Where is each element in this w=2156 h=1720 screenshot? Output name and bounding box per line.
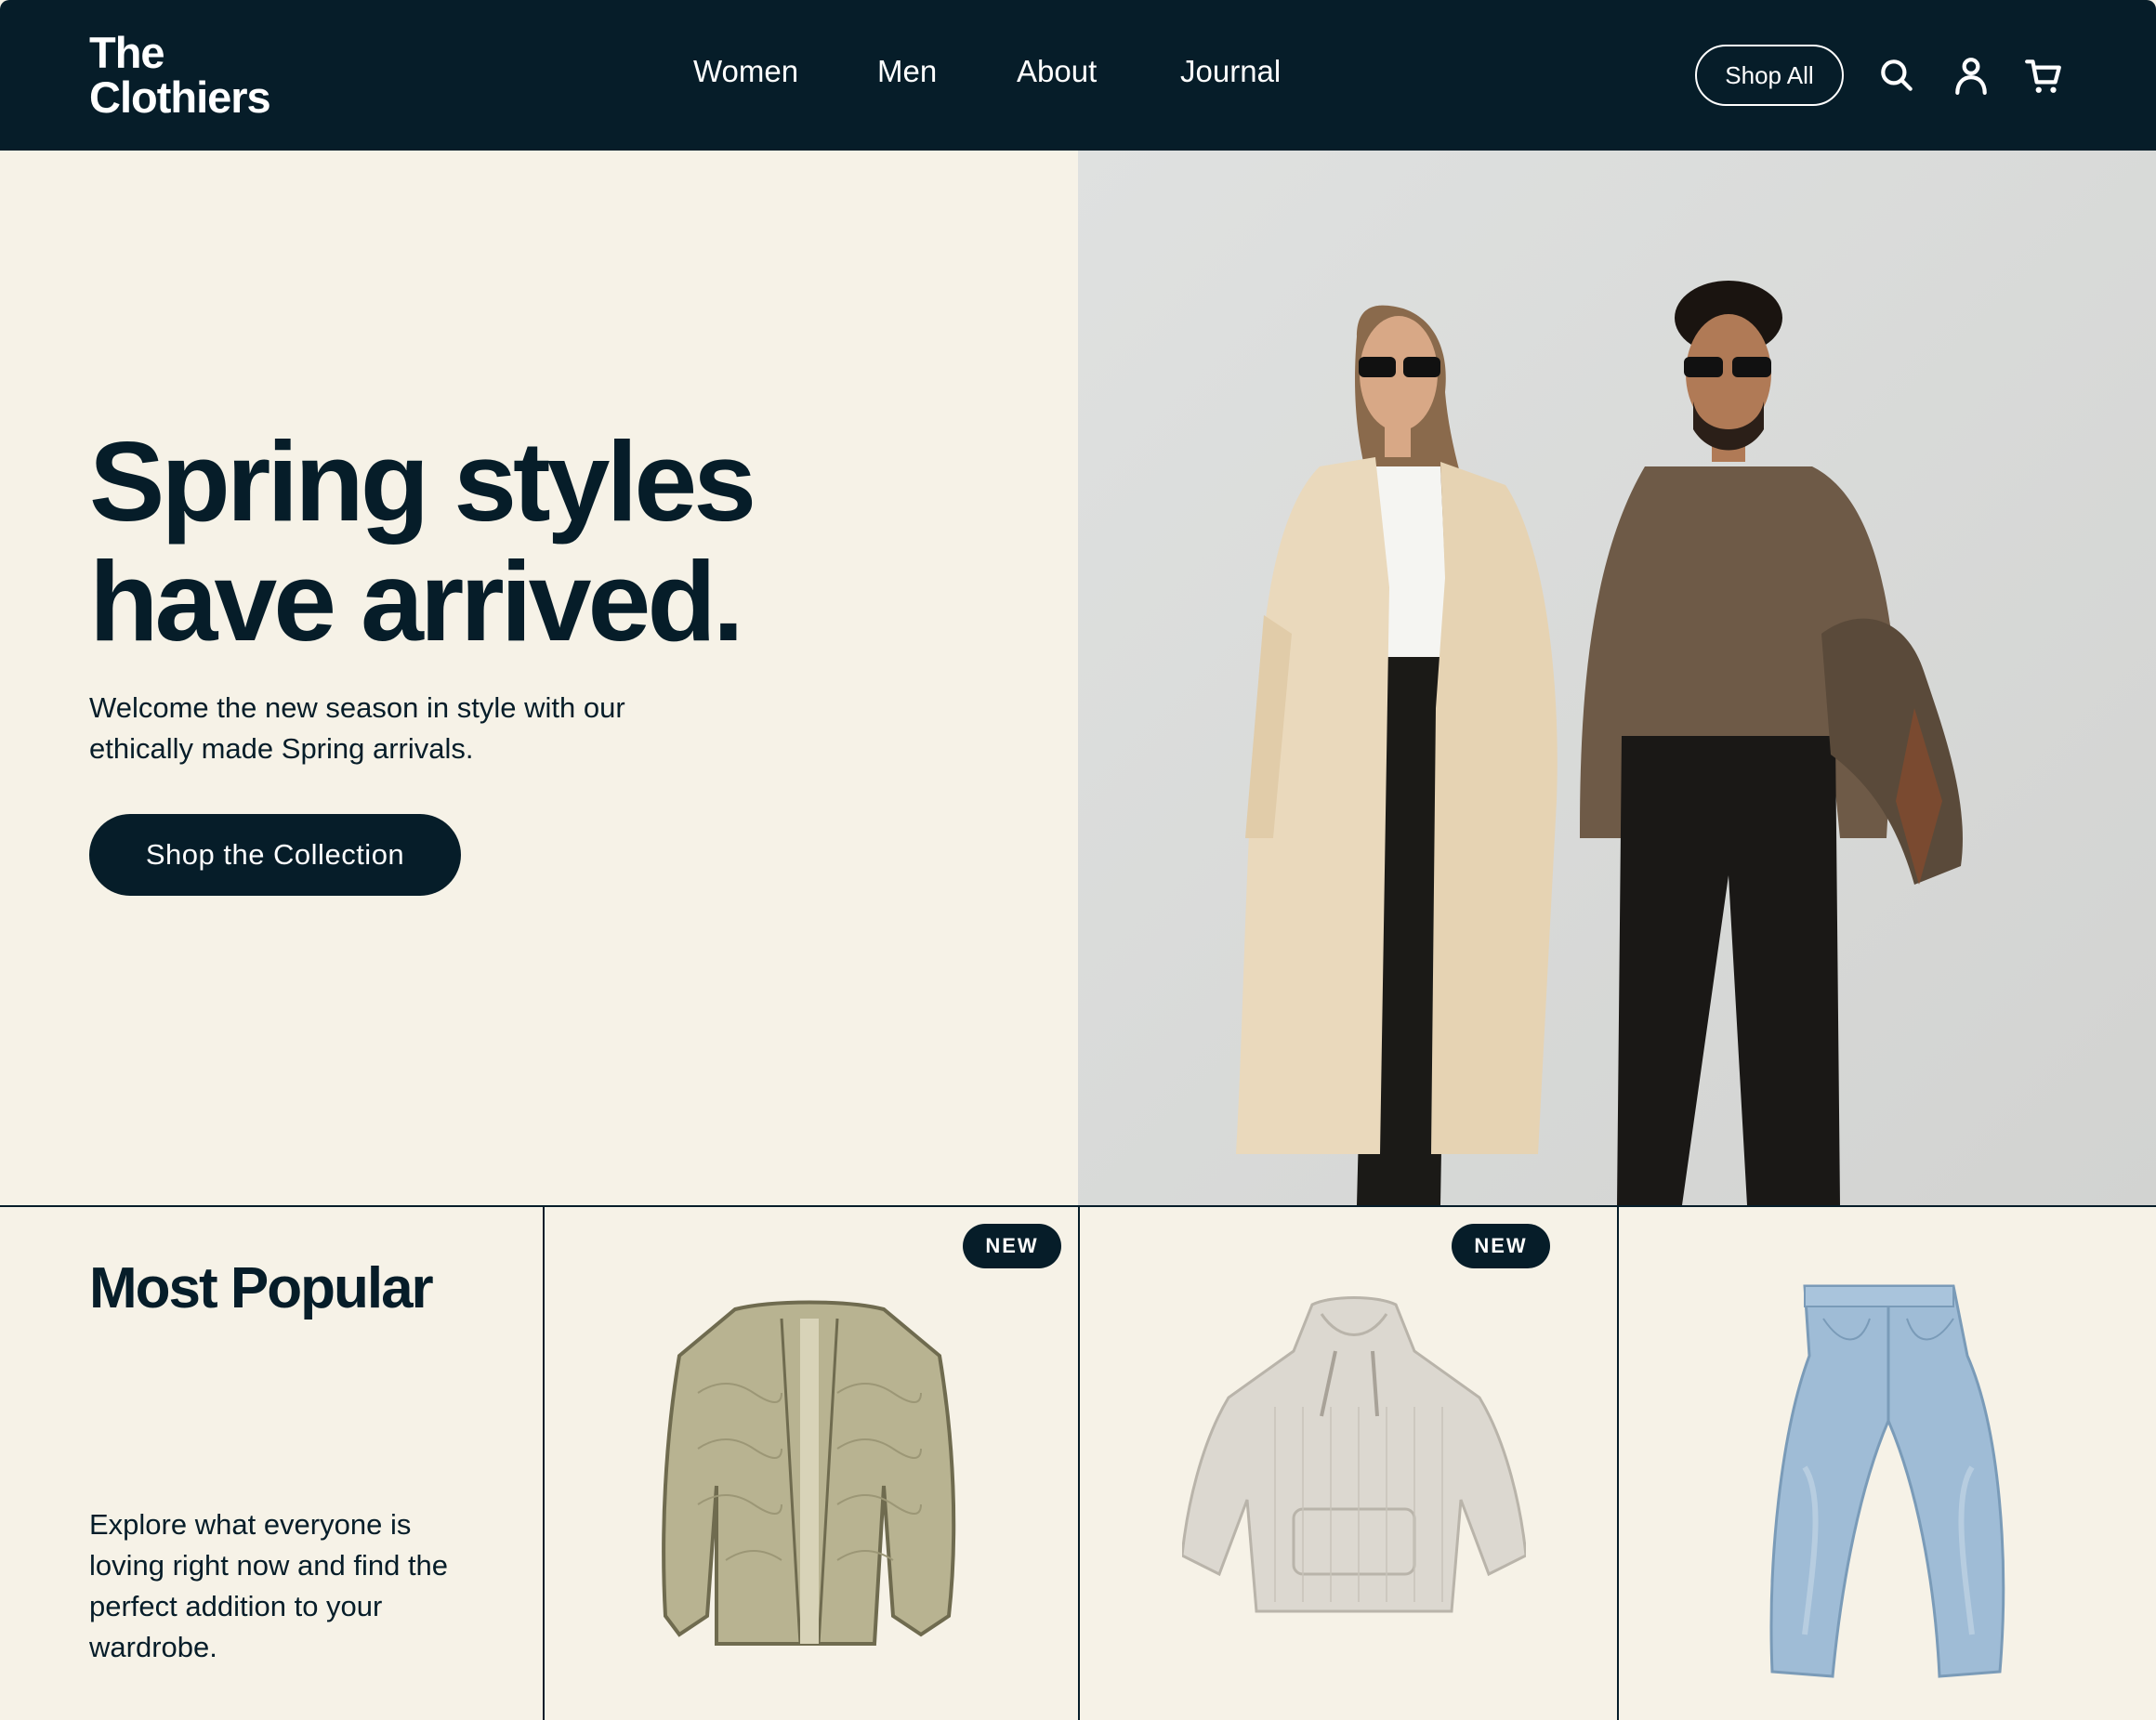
most-popular-section: Most Popular Explore what everyone is lo… — [0, 1205, 2156, 1720]
nav-men[interactable]: Men — [877, 54, 937, 89]
hero-subtitle-line-2: ethically made Spring arrivals. — [89, 732, 474, 765]
hero-image — [1078, 151, 2156, 1205]
hero-title-line-1: Spring styles — [89, 418, 756, 545]
popular-title: Most Popular — [89, 1256, 434, 1320]
hero-text-panel: Spring styles have arrived. Welcome the … — [0, 151, 1078, 1205]
quilted-jacket-image[interactable] — [661, 1300, 958, 1653]
popular-description: Explore what everyone is loving right no… — [89, 1508, 449, 1663]
shop-collection-button[interactable]: Shop the Collection — [89, 814, 461, 896]
popular-intro: Most Popular Explore what everyone is lo… — [0, 1207, 545, 1720]
nav-journal[interactable]: Journal — [1180, 54, 1281, 89]
search-icon[interactable] — [1877, 54, 1916, 97]
hero-subtitle-line-1: Welcome the new season in style with our — [89, 691, 625, 724]
new-badge: NEW — [1452, 1224, 1550, 1268]
product-card-hoodie[interactable]: NEW — [1080, 1207, 1619, 1720]
hero-subtitle: Welcome the new season in style with our… — [89, 688, 795, 769]
nav-women[interactable]: Women — [693, 54, 798, 89]
account-icon[interactable] — [1952, 54, 1991, 97]
product-card-jeans[interactable] — [1619, 1207, 2156, 1720]
hero-title: Spring styles have arrived. — [89, 422, 926, 662]
logo-line-2: Clothiers — [89, 72, 271, 122]
product-card-jacket[interactable]: NEW — [545, 1207, 1080, 1720]
knit-hoodie-image[interactable] — [1182, 1295, 1526, 1648]
site-header: The Clothiers Women Men About Journal Sh… — [0, 0, 2156, 151]
site-logo[interactable]: The Clothiers — [89, 28, 271, 122]
hero-title-line-2: have arrived. — [89, 538, 744, 664]
shop-all-button[interactable]: Shop All — [1695, 45, 1844, 106]
light-wash-jeans-image[interactable] — [1768, 1281, 2009, 1681]
cart-icon[interactable] — [2024, 54, 2063, 97]
new-badge: NEW — [963, 1224, 1061, 1268]
logo-line-1: The — [89, 28, 165, 77]
nav-about[interactable]: About — [1017, 54, 1097, 89]
